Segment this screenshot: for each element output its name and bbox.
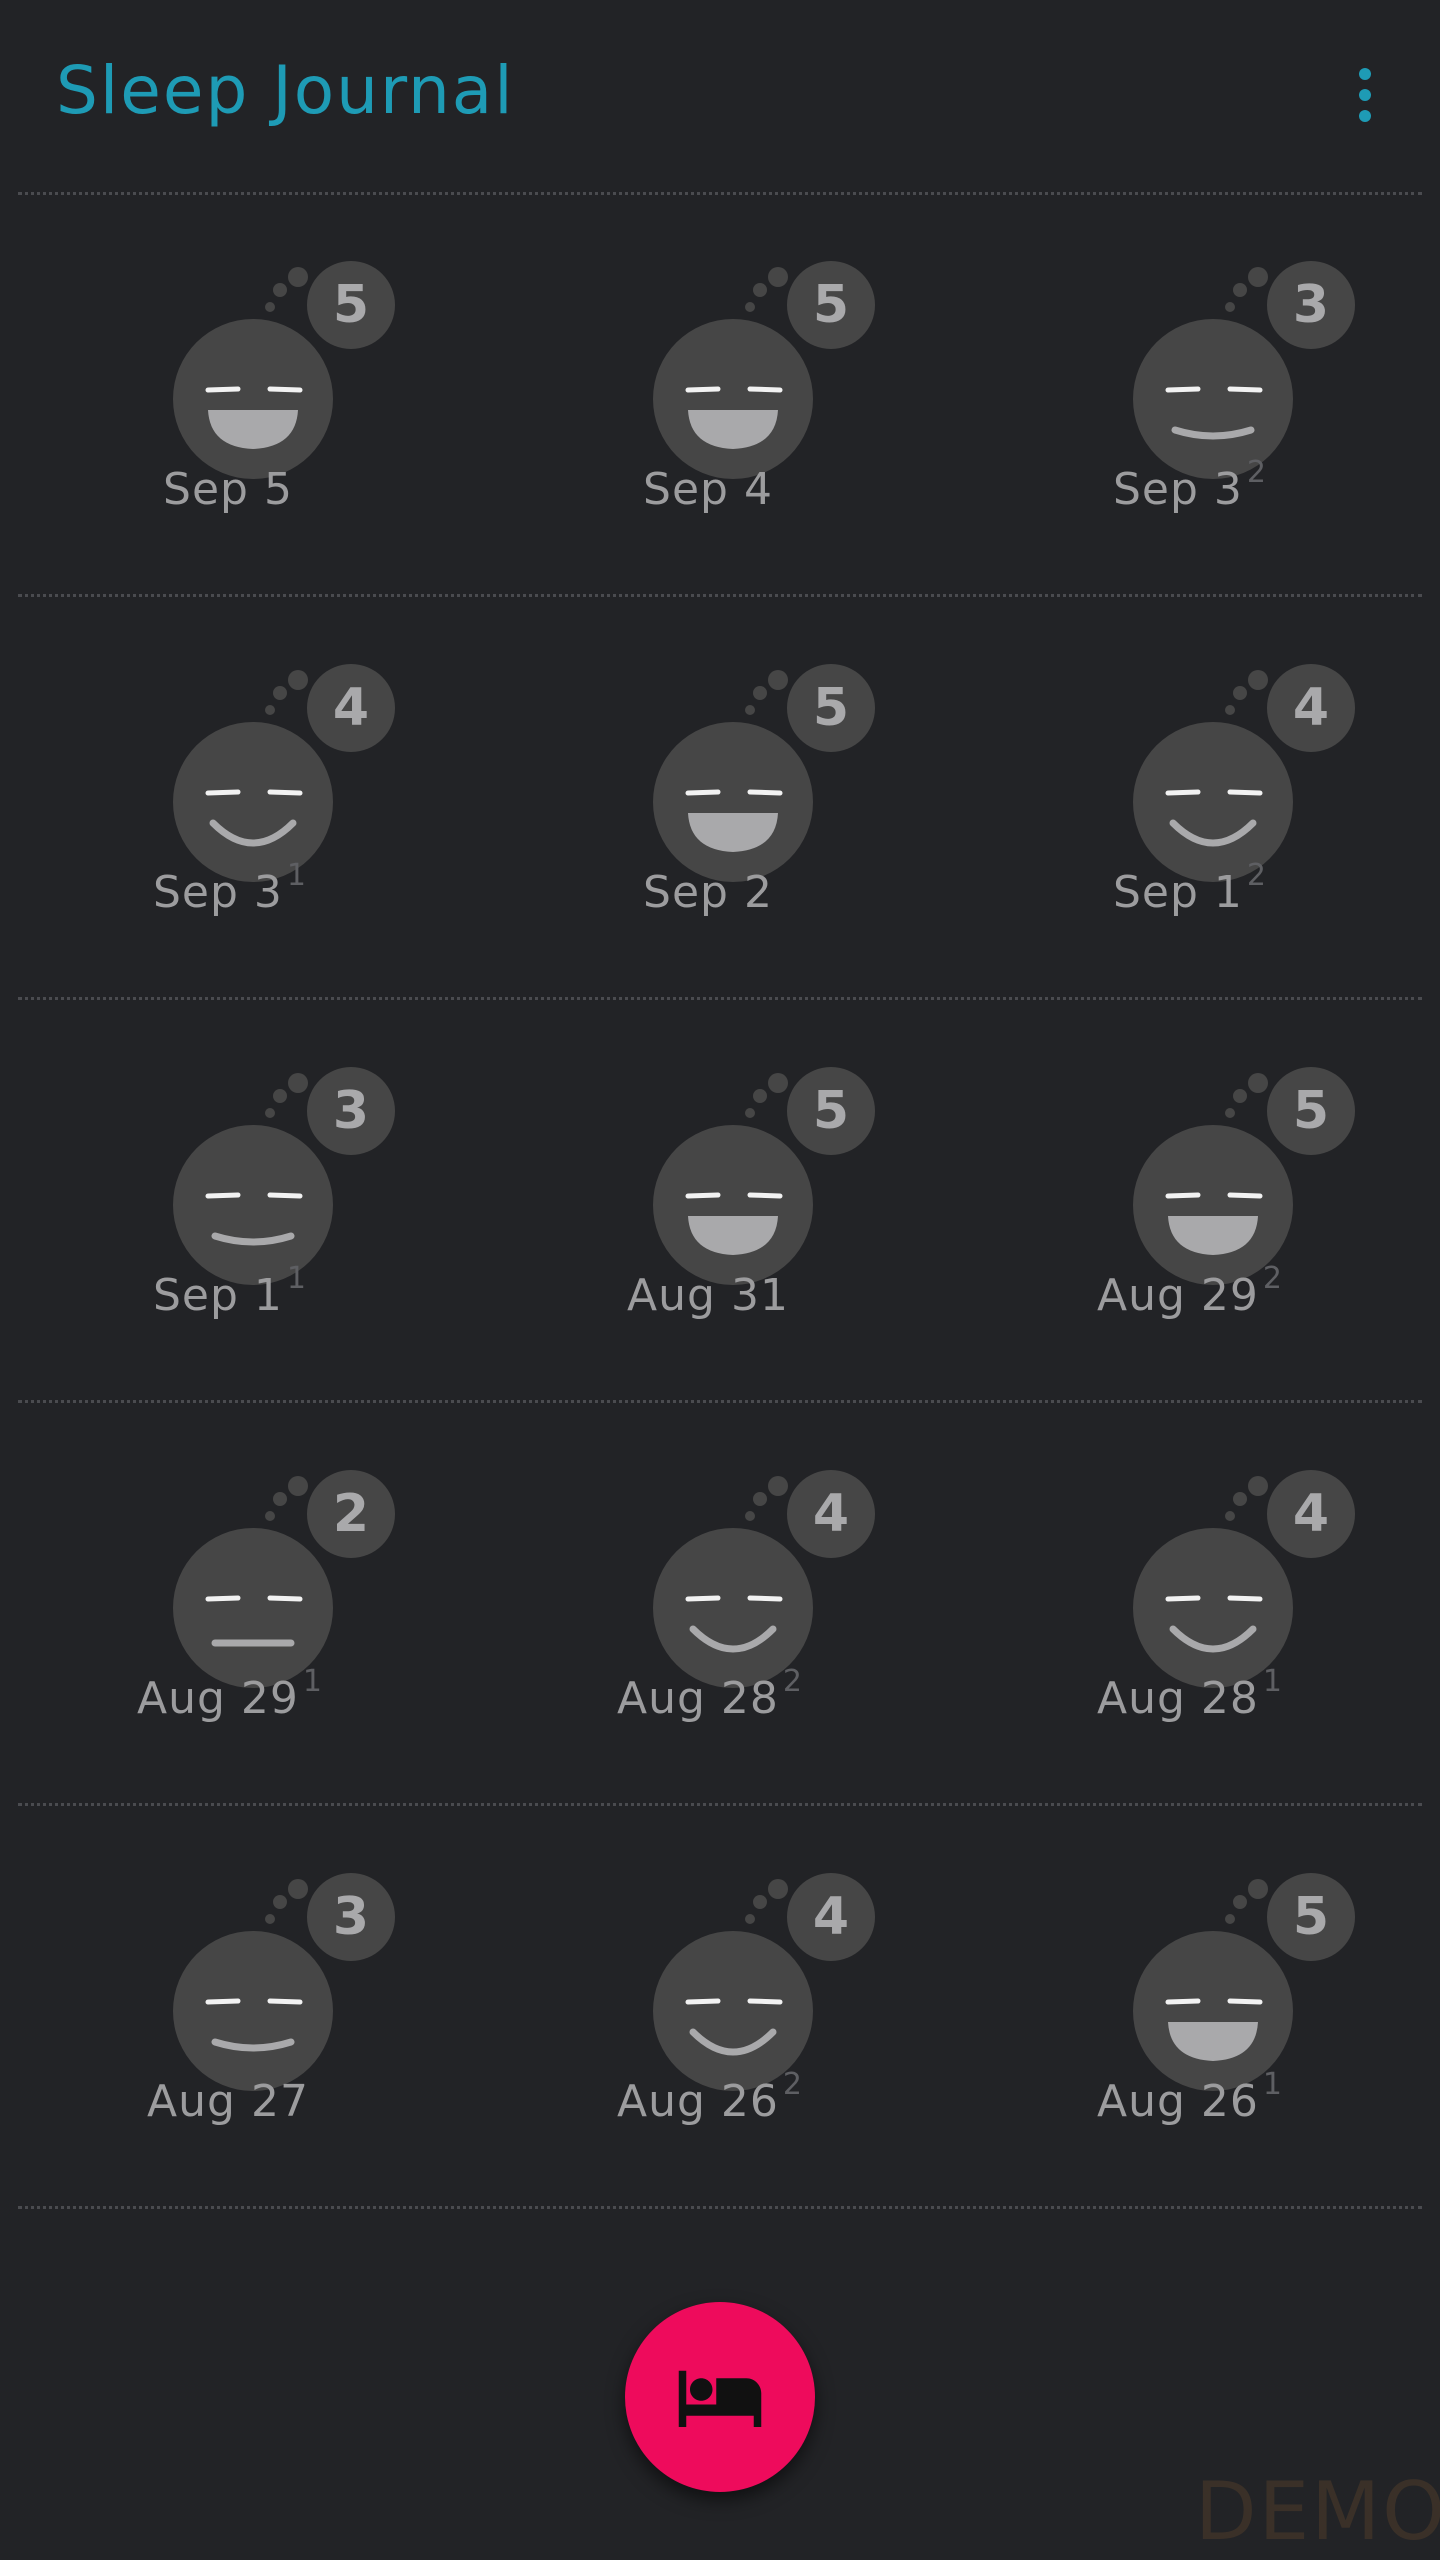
entry-date: Sep 4 xyxy=(643,464,773,515)
rating-badge: 5 xyxy=(813,1081,849,1141)
row-divider xyxy=(18,594,1422,597)
entry-date-label: Aug 29 2 xyxy=(1008,1261,1368,1321)
laugh-face-icon: 5 xyxy=(653,261,875,479)
row-divider xyxy=(18,192,1422,195)
rating-badge: 5 xyxy=(813,678,849,738)
entry-date: Aug 28 xyxy=(617,1673,779,1724)
rating-badge: 2 xyxy=(333,1484,369,1544)
rating-badge: 4 xyxy=(1293,1484,1329,1544)
entry-date-label: Aug 26 2 xyxy=(528,2067,888,2127)
entry-date: Aug 29 xyxy=(1097,1270,1259,1321)
sleep-entry-card[interactable]: 5 Sep 4 xyxy=(528,242,888,542)
more-vert-icon[interactable] xyxy=(1330,60,1400,130)
app-bar: Sleep Journal xyxy=(0,0,1440,192)
row-divider xyxy=(18,1803,1422,1806)
entry-index: 2 xyxy=(782,2067,803,2102)
entry-date-label: Sep 12 xyxy=(1008,858,1368,918)
entry-date-label: Aug 31 xyxy=(528,1270,888,1321)
sleep-entry-card[interactable]: 5 Sep 2 xyxy=(528,645,888,945)
sleep-entry-card[interactable]: 3 Sep 11 xyxy=(48,1048,408,1348)
sleep-entry-card[interactable]: 4 Aug 28 1 xyxy=(1008,1451,1368,1751)
rating-badge: 3 xyxy=(333,1081,369,1141)
entry-date: Aug 27 xyxy=(147,2076,309,2127)
entry-date-label: Aug 26 1 xyxy=(1008,2067,1368,2127)
sleep-entry-card[interactable]: 4 Sep 12 xyxy=(1008,645,1368,945)
entry-index: 2 xyxy=(1246,455,1267,490)
entry-date-label: Sep 4 xyxy=(528,464,888,515)
add-sleep-entry-button[interactable] xyxy=(625,2302,815,2492)
entry-date-label: Aug 27 xyxy=(48,2076,408,2127)
rating-badge: 3 xyxy=(1293,275,1329,335)
entry-date: Aug 26 xyxy=(1097,2076,1259,2127)
laugh-face-icon: 5 xyxy=(1133,1067,1355,1285)
entry-date: Aug 26 xyxy=(617,2076,779,2127)
row-divider xyxy=(18,997,1422,1000)
rating-badge: 4 xyxy=(1293,678,1329,738)
app-title: Sleep Journal xyxy=(56,52,515,129)
sleep-entry-card[interactable]: 3 Aug 27 xyxy=(48,1854,408,2154)
entry-index: 1 xyxy=(302,1664,323,1699)
rating-badge: 4 xyxy=(813,1887,849,1947)
entry-date-label: Sep 31 xyxy=(48,858,408,918)
laugh-face-icon: 5 xyxy=(1133,1873,1355,2091)
content-face-icon: 3 xyxy=(1133,261,1355,479)
sleep-entry-card[interactable]: 3 Sep 32 xyxy=(1008,242,1368,542)
entry-date: Aug 28 xyxy=(1097,1673,1259,1724)
entry-index: 2 xyxy=(1246,858,1267,893)
row-divider xyxy=(18,1400,1422,1403)
sleep-entry-card[interactable]: 5 Sep 5 xyxy=(48,242,408,542)
entry-date: Aug 29 xyxy=(137,1673,299,1724)
rating-badge: 5 xyxy=(1293,1887,1329,1947)
smile-face-icon: 4 xyxy=(173,664,395,882)
content-face-icon: 3 xyxy=(173,1873,395,2091)
entry-index: 2 xyxy=(1262,1261,1283,1296)
entry-date: Aug 31 xyxy=(627,1270,789,1321)
laugh-face-icon: 5 xyxy=(653,1067,875,1285)
rating-badge: 5 xyxy=(333,275,369,335)
smile-face-icon: 4 xyxy=(1133,664,1355,882)
entry-date: Sep 1 xyxy=(152,1270,283,1321)
entry-date-label: Sep 11 xyxy=(48,1261,408,1321)
neutral-face-icon: 2 xyxy=(173,1470,395,1688)
entry-index: 2 xyxy=(782,1664,803,1699)
entry-index: 1 xyxy=(1262,1664,1283,1699)
smile-face-icon: 4 xyxy=(653,1470,875,1688)
entry-index: 1 xyxy=(1262,2067,1283,2102)
entry-index: 1 xyxy=(286,858,307,893)
sleep-entry-card[interactable]: 4 Sep 31 xyxy=(48,645,408,945)
sleep-entry-card[interactable]: 5 Aug 29 2 xyxy=(1008,1048,1368,1348)
entry-date-label: Sep 5 xyxy=(48,464,408,515)
sleep-entry-card[interactable]: 5 Aug 31 xyxy=(528,1048,888,1348)
entry-date-label: Aug 28 1 xyxy=(1008,1664,1368,1724)
sleep-entry-card[interactable]: 2 Aug 29 1 xyxy=(48,1451,408,1751)
smile-face-icon: 4 xyxy=(1133,1470,1355,1688)
entry-date-label: Aug 29 1 xyxy=(48,1664,408,1724)
row-divider xyxy=(18,2206,1422,2209)
laugh-face-icon: 5 xyxy=(653,664,875,882)
entry-date: Sep 3 xyxy=(1112,464,1243,515)
sleep-entry-card[interactable]: 5 Aug 26 1 xyxy=(1008,1854,1368,2154)
entry-date-label: Aug 28 2 xyxy=(528,1664,888,1724)
smile-face-icon: 4 xyxy=(653,1873,875,2091)
rating-badge: 4 xyxy=(813,1484,849,1544)
sleep-entry-card[interactable]: 4 Aug 26 2 xyxy=(528,1854,888,2154)
entry-index: 1 xyxy=(286,1261,307,1296)
rating-badge: 5 xyxy=(813,275,849,335)
entry-date-label: Sep 32 xyxy=(1008,455,1368,515)
entry-date: Sep 3 xyxy=(152,867,283,918)
entry-date-label: Sep 2 xyxy=(528,867,888,918)
sleep-entry-card[interactable]: 4 Aug 28 2 xyxy=(528,1451,888,1751)
bed-icon xyxy=(678,2370,762,2427)
demo-watermark: DEMO xyxy=(1195,2465,1440,2558)
rating-badge: 3 xyxy=(333,1887,369,1947)
content-face-icon: 3 xyxy=(173,1067,395,1285)
entry-date: Sep 5 xyxy=(163,464,293,515)
entry-date: Sep 2 xyxy=(643,867,773,918)
laugh-face-icon: 5 xyxy=(173,261,395,479)
rating-badge: 5 xyxy=(1293,1081,1329,1141)
entry-date: Sep 1 xyxy=(1112,867,1243,918)
rating-badge: 4 xyxy=(333,678,369,738)
